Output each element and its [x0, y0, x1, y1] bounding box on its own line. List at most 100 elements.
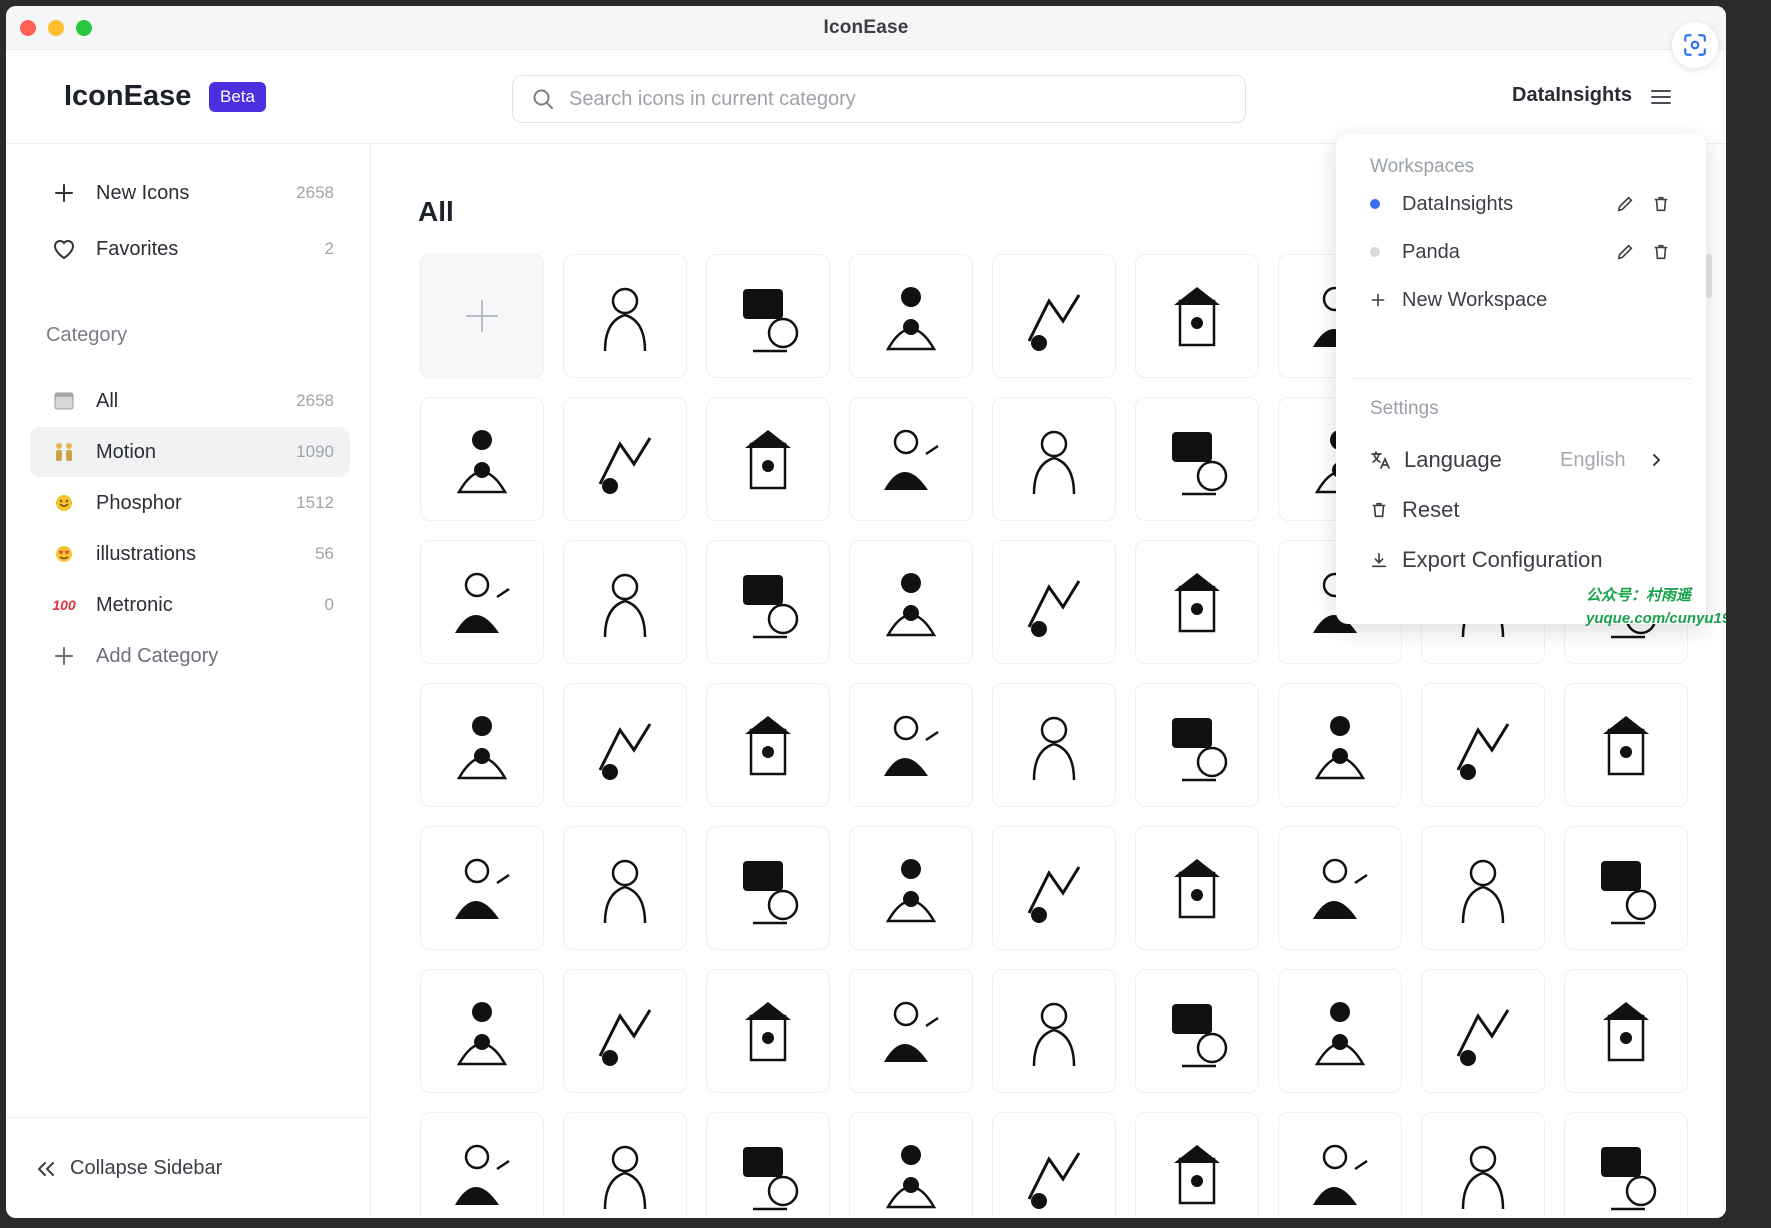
- illustration-tile[interactable]: [706, 969, 830, 1093]
- illustration-tile[interactable]: [1135, 826, 1259, 950]
- illustration-icon: [1603, 716, 1649, 776]
- workspaces-title: Workspaces: [1370, 156, 1475, 177]
- illustration-icon: [456, 716, 508, 780]
- illustration-tile[interactable]: [992, 397, 1116, 521]
- illustration-tile[interactable]: [420, 397, 544, 521]
- illustration-tile[interactable]: [563, 969, 687, 1093]
- workspace-item-datainsights[interactable]: DataInsights: [1370, 184, 1670, 224]
- illustration-tile[interactable]: [420, 826, 544, 950]
- illustration-tile[interactable]: [420, 969, 544, 1093]
- illustration-tile[interactable]: [706, 826, 830, 950]
- workspace-name: DataInsights: [1402, 192, 1514, 215]
- illustration-tile[interactable]: [706, 1112, 830, 1218]
- illustration-tile[interactable]: [849, 1112, 973, 1218]
- illustration-tile[interactable]: [1135, 969, 1259, 1093]
- illustration-tile[interactable]: [563, 254, 687, 378]
- illustration-tile[interactable]: [706, 683, 830, 807]
- illustration-tile[interactable]: [1135, 254, 1259, 378]
- illustration-tile[interactable]: [563, 683, 687, 807]
- sidebar-item-metronic[interactable]: 100 Metronic 0: [30, 580, 350, 630]
- reset-button[interactable]: Reset: [1370, 490, 1670, 530]
- language-setting[interactable]: Language English: [1370, 440, 1670, 480]
- illustration-tile[interactable]: [1564, 683, 1688, 807]
- illustration-tile[interactable]: [1564, 826, 1688, 950]
- sidebar-item-label: Phosphor: [96, 491, 182, 514]
- close-window-button[interactable]: [20, 20, 36, 36]
- search-input[interactable]: [569, 87, 1209, 111]
- illustration-tile[interactable]: [849, 683, 973, 807]
- illustration-icon: [1172, 1004, 1228, 1068]
- illustration-tile[interactable]: [1421, 1112, 1545, 1218]
- scrollbar-thumb[interactable]: [1706, 254, 1712, 298]
- minimize-window-button[interactable]: [48, 20, 64, 36]
- illustration-tile[interactable]: [706, 540, 830, 664]
- workspace-item-panda[interactable]: Panda: [1370, 232, 1670, 272]
- illustration-tile[interactable]: [992, 1112, 1116, 1218]
- illustration-tile[interactable]: [420, 683, 544, 807]
- maximize-window-button[interactable]: [76, 20, 92, 36]
- illustration-tile[interactable]: [1278, 969, 1402, 1093]
- language-label: Language: [1404, 447, 1502, 472]
- illustration-tile[interactable]: [849, 969, 973, 1093]
- illustration-tile[interactable]: [563, 540, 687, 664]
- illustration-tile[interactable]: [992, 969, 1116, 1093]
- trash-icon[interactable]: [1652, 195, 1670, 213]
- illustration-tile[interactable]: [706, 397, 830, 521]
- illustration-tile[interactable]: [992, 254, 1116, 378]
- illustration-tile[interactable]: [1421, 683, 1545, 807]
- sidebar-item-motion[interactable]: Motion 1090: [30, 427, 350, 477]
- illustration-tile[interactable]: [563, 397, 687, 521]
- sidebar-item-illustrations[interactable]: illustrations 56: [30, 529, 350, 579]
- illustration-tile[interactable]: [849, 540, 973, 664]
- illustration-tile[interactable]: [1564, 969, 1688, 1093]
- illustration-icon: [885, 859, 937, 923]
- add-category-button[interactable]: Add Category: [30, 631, 350, 681]
- illustration-icon: [1461, 1145, 1505, 1210]
- edit-icon[interactable]: [1616, 243, 1634, 261]
- trash-icon[interactable]: [1652, 243, 1670, 261]
- current-workspace[interactable]: DataInsights: [1512, 84, 1632, 107]
- illustration-tile[interactable]: [1135, 540, 1259, 664]
- sidebar-item-new-icons[interactable]: New Icons 2658: [30, 168, 350, 218]
- new-workspace-button[interactable]: New Workspace: [1370, 280, 1670, 320]
- illustration-tile[interactable]: [1564, 1112, 1688, 1218]
- search-bar[interactable]: [512, 75, 1246, 123]
- illustration-tile[interactable]: [1278, 826, 1402, 950]
- illustration-tile[interactable]: [1278, 1112, 1402, 1218]
- plus-icon: [50, 183, 78, 203]
- illustration-tile[interactable]: [1278, 683, 1402, 807]
- sidebar-item-all[interactable]: All 2658: [30, 376, 350, 426]
- add-icon-tile[interactable]: [420, 254, 544, 378]
- edit-icon[interactable]: [1616, 195, 1634, 213]
- book-icon: [50, 391, 78, 411]
- illustration-tile[interactable]: [1421, 969, 1545, 1093]
- illustration-tile[interactable]: [849, 826, 973, 950]
- illustration-tile[interactable]: [420, 540, 544, 664]
- illustration-tile[interactable]: [563, 826, 687, 950]
- illustration-icon: [1032, 716, 1076, 781]
- screen-capture-button[interactable]: [1672, 22, 1718, 68]
- illustration-tile[interactable]: [706, 254, 830, 378]
- illustration-tile[interactable]: [992, 540, 1116, 664]
- illustration-tile[interactable]: [420, 1112, 544, 1218]
- sidebar-item-phosphor[interactable]: Phosphor 1512: [30, 478, 350, 528]
- sidebar-item-favorites[interactable]: Favorites 2: [30, 224, 350, 274]
- illustration-tile[interactable]: [992, 683, 1116, 807]
- sidebar: New Icons 2658 Favorites 2 Category All …: [6, 144, 371, 1218]
- illustration-tile[interactable]: [992, 826, 1116, 950]
- sidebar-item-label: Metronic: [96, 593, 173, 616]
- illustration-tile[interactable]: [849, 254, 973, 378]
- export-configuration-button[interactable]: Export Configuration: [1370, 540, 1710, 580]
- illustration-tile[interactable]: [1421, 826, 1545, 950]
- sidebar-item-count: 2658: [296, 391, 334, 410]
- illustration-tile[interactable]: [849, 397, 973, 521]
- illustration-tile[interactable]: [1135, 683, 1259, 807]
- collapse-sidebar-button[interactable]: Collapse Sidebar: [36, 1157, 222, 1180]
- illustration-tile[interactable]: [1135, 1112, 1259, 1218]
- illustration-icon: [455, 572, 510, 633]
- people-icon: [50, 442, 78, 462]
- illustration-tile[interactable]: [563, 1112, 687, 1218]
- menu-button[interactable]: [1646, 82, 1676, 112]
- illustration-icon: [1174, 287, 1220, 347]
- illustration-tile[interactable]: [1135, 397, 1259, 521]
